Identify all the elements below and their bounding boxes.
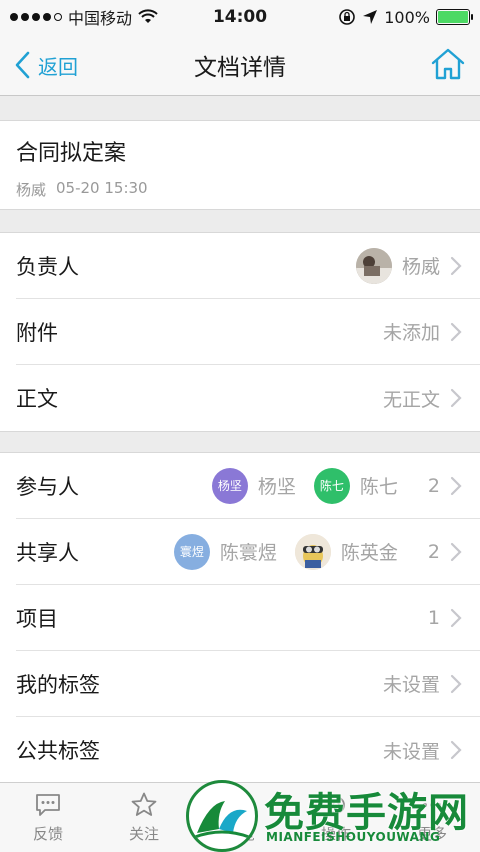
battery-percent: 100% — [384, 7, 430, 27]
more-icon — [423, 803, 441, 807]
back-label: 返回 — [38, 54, 78, 79]
body-label: 正文 — [16, 387, 58, 411]
participants-row[interactable]: 参与人 杨坚 杨坚 陈七 陈七 2 — [16, 453, 480, 519]
chevron-right-icon — [450, 740, 462, 760]
tab-feedback[interactable]: 反馈 — [8, 791, 88, 844]
chevron-left-icon — [15, 51, 30, 79]
owner-row[interactable]: 负责人 杨威 — [16, 233, 480, 299]
back-button[interactable]: 返回 — [14, 34, 78, 96]
avatar: 寰煜 — [173, 533, 210, 570]
participant: 杨坚 杨坚 — [211, 467, 296, 504]
collaboration-section: 参与人 杨坚 杨坚 陈七 陈七 2 共享人 寰煜 陈寰煜 陈英金 2 项目 1 … — [0, 452, 480, 784]
status-bar: 中国移动 14:00 100% — [0, 0, 480, 34]
tab-label: 一览 — [224, 825, 255, 843]
status-right: 100% — [338, 7, 473, 27]
my-tags-value: 未设置 — [382, 674, 440, 696]
project-label: 项目 — [16, 606, 58, 631]
gear-icon — [327, 796, 345, 814]
owner-name: 杨威 — [401, 256, 440, 278]
attachment-label: 附件 — [16, 320, 58, 345]
chevron-right-icon — [450, 322, 462, 341]
signal-icon — [10, 13, 62, 21]
owner-label: 负责人 — [16, 254, 79, 279]
star-icon — [131, 792, 157, 816]
avatar: 杨坚 — [211, 467, 248, 504]
tab-bar: 反馈 关注 一览 操作 更多 — [0, 782, 480, 852]
document-datetime: 05-20 15:30 — [56, 179, 148, 197]
participants-label: 参与人 — [16, 474, 79, 499]
sharers-label: 共享人 — [16, 540, 79, 565]
sharer-name: 陈英金 — [340, 542, 398, 564]
sharer-name: 陈寰煜 — [219, 542, 277, 564]
location-icon — [363, 10, 378, 24]
chevron-right-icon — [450, 476, 462, 495]
sharer: 寰煜 陈寰煜 — [173, 533, 277, 570]
avatar — [355, 247, 392, 284]
tab-overview[interactable]: 一览 — [200, 791, 280, 844]
document-author: 杨威 — [16, 181, 47, 199]
basic-info-section: 负责人 杨威 附件 未添加 正文 无正文 — [0, 232, 480, 432]
chevron-right-icon — [450, 608, 462, 627]
tab-follow[interactable]: 关注 — [104, 791, 184, 844]
public-tags-label: 公共标签 — [16, 739, 100, 763]
wifi-icon — [138, 9, 158, 23]
body-row[interactable]: 正文 无正文 — [16, 365, 480, 431]
participant-name: 杨坚 — [257, 476, 296, 498]
my-tags-row[interactable]: 我的标签 未设置 — [16, 651, 480, 717]
chevron-right-icon — [450, 674, 462, 693]
sharer: 陈英金 — [294, 533, 398, 570]
page-title: 文档详情 — [194, 54, 286, 81]
participant: 陈七 陈七 — [313, 467, 398, 504]
battery-icon — [436, 9, 473, 25]
tab-label: 反馈 — [32, 825, 63, 843]
tab-label: 操作 — [320, 825, 351, 843]
document-header: 合同拟定案 杨威 05-20 15:30 — [0, 120, 480, 210]
carrier-label: 中国移动 — [68, 9, 133, 28]
attachment-value: 未添加 — [382, 322, 440, 344]
nav-bar: 返回 文档详情 — [0, 34, 480, 96]
tab-label: 更多 — [416, 825, 447, 843]
avatar: 陈七 — [313, 467, 350, 504]
list-icon — [231, 797, 249, 813]
chat-icon — [36, 794, 60, 816]
status-left: 中国移动 — [10, 5, 158, 29]
tab-actions[interactable]: 操作 — [296, 791, 376, 844]
document-meta: 杨威 05-20 15:30 — [16, 179, 464, 200]
sharers-count: 2 — [427, 540, 440, 563]
project-count: 1 — [427, 606, 440, 629]
rotation-lock-icon — [339, 9, 356, 25]
tab-more[interactable]: 更多 — [392, 791, 472, 844]
tab-label: 关注 — [128, 825, 159, 843]
avatar — [294, 533, 331, 570]
document-title: 合同拟定案 — [16, 141, 127, 166]
public-tags-row[interactable]: 公共标签 未设置 — [16, 717, 480, 783]
my-tags-label: 我的标签 — [16, 672, 100, 697]
project-row[interactable]: 项目 1 — [16, 585, 480, 651]
home-icon[interactable] — [430, 46, 466, 82]
participants-count: 2 — [427, 474, 440, 497]
public-tags-value: 未设置 — [382, 740, 440, 763]
chevron-right-icon — [450, 256, 462, 275]
body-value: 无正文 — [382, 388, 440, 411]
chevron-right-icon — [450, 388, 462, 408]
participant-name: 陈七 — [359, 476, 398, 498]
attachment-row[interactable]: 附件 未添加 — [16, 299, 480, 365]
chevron-right-icon — [450, 542, 462, 561]
sharers-row[interactable]: 共享人 寰煜 陈寰煜 陈英金 2 — [16, 519, 480, 585]
